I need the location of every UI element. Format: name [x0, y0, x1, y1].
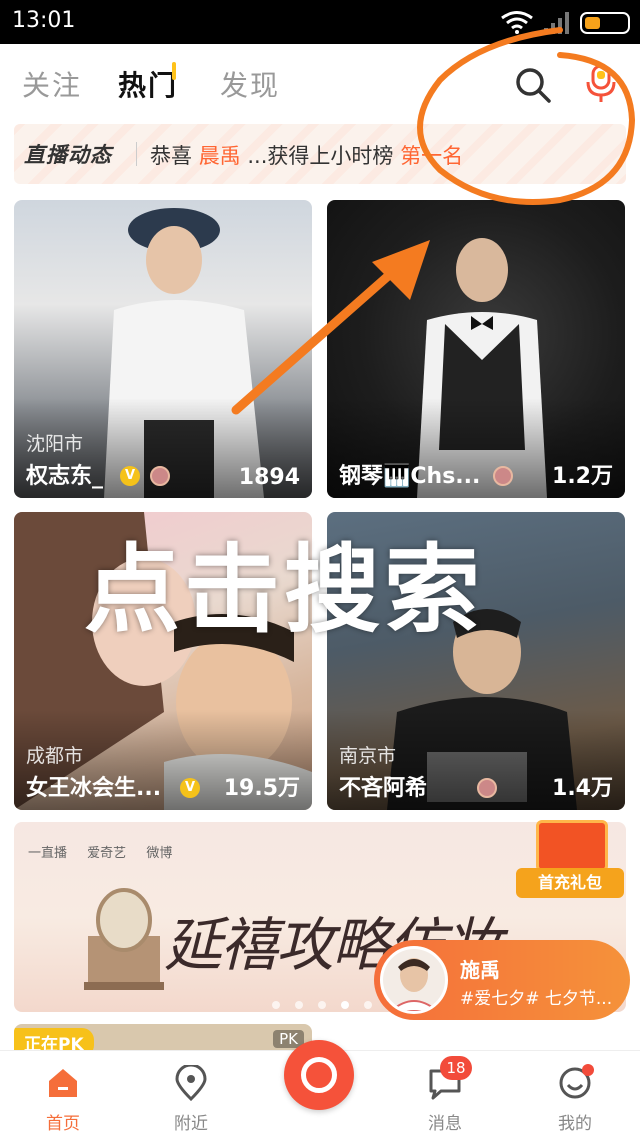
signal-icon: [544, 12, 569, 34]
floating-live-widget[interactable]: 施禹 #爱七夕# 七夕节...: [374, 940, 630, 1020]
carousel-dot[interactable]: [295, 1001, 304, 1009]
first-recharge-gift[interactable]: 首充礼包: [516, 810, 624, 902]
level-badge-icon: [493, 466, 513, 486]
ticker-middle: ...获得上小时榜: [247, 144, 394, 168]
carousel-dot[interactable]: [272, 1001, 280, 1009]
location-icon: [175, 1065, 207, 1101]
nav-label: 附近: [174, 1114, 208, 1134]
streamer-name: 不吝阿希: [339, 776, 428, 801]
overlay-caption: 点击搜索: [84, 534, 484, 646]
start-live-button[interactable]: [284, 1040, 354, 1110]
streamer-name: 钢琴🎹Chs...: [339, 464, 481, 489]
logo-yizhibo: 一直播: [28, 846, 68, 861]
carousel-dot[interactable]: [364, 1001, 373, 1009]
verified-badge-icon: V: [120, 466, 140, 486]
streamer-city: 沈阳市: [26, 433, 84, 455]
ticker-divider: [136, 142, 137, 166]
go-live-mic-icon[interactable]: [580, 62, 622, 104]
logo-iqiyi: 爱奇艺: [87, 846, 127, 861]
viewer-count: 1.4万: [552, 776, 613, 801]
notification-dot: [582, 1064, 594, 1076]
partner-logos: 一直播 爱奇艺 微博: [28, 842, 188, 861]
carousel-dot-active[interactable]: [341, 1001, 350, 1009]
gift-box-icon: [536, 820, 608, 872]
level-badge-icon: [477, 778, 497, 798]
status-bar: 13:01: [0, 0, 640, 44]
floating-streamer-name: 施禹: [460, 958, 500, 982]
ticker-brand: 直播动态: [24, 143, 112, 167]
nav-label: 首页: [46, 1114, 80, 1134]
avatar: [380, 946, 448, 1014]
nav-label: 我的: [558, 1114, 592, 1134]
floating-tags: #爱七夕# 七夕节...: [460, 989, 613, 1009]
logo-weibo: 微博: [146, 846, 173, 861]
app-screen: 13:01 关注 热门 发现 直播动态 恭喜 晨禹 ...获得上小时榜 第一名 …: [0, 0, 640, 1138]
gift-label: 首充礼包: [516, 868, 624, 898]
wifi-icon: [501, 11, 533, 34]
nav-label: 消息: [428, 1114, 462, 1134]
nav-nearby[interactable]: 附近: [146, 1061, 236, 1138]
tab-follow[interactable]: 关注: [22, 64, 82, 104]
message-count-badge: 18: [440, 1056, 472, 1080]
viewer-count: 1894: [238, 465, 300, 490]
streamer-name: 女王冰会生...: [26, 776, 162, 801]
viewer-count: 1.2万: [552, 464, 613, 489]
search-icon[interactable]: [512, 64, 554, 106]
viewer-count: 19.5万: [223, 776, 300, 801]
streamer-name: 权志东_: [26, 464, 104, 489]
tab-hot[interactable]: 热门: [118, 64, 178, 104]
music-box-illustration: [84, 888, 164, 990]
live-card[interactable]: 沈阳市 权志东_ V 1894: [14, 200, 312, 498]
top-nav: 关注 热门 发现: [0, 44, 640, 120]
live-news-ticker[interactable]: 直播动态 恭喜 晨禹 ...获得上小时榜 第一名: [14, 124, 626, 184]
carousel-dot[interactable]: [318, 1001, 327, 1009]
live-ring-icon: [301, 1057, 337, 1093]
ticker-highlight-name: 晨禹: [198, 144, 241, 168]
battery-icon: [580, 12, 630, 34]
ticker-prefix: 恭喜: [150, 144, 192, 168]
ticker-message: 恭喜 晨禹 ...获得上小时榜 第一名: [150, 140, 463, 170]
nav-me[interactable]: 我的: [530, 1061, 620, 1138]
status-time: 13:01: [12, 8, 76, 33]
ticker-rank: 第一名: [400, 144, 464, 168]
level-badge-icon: [150, 466, 170, 486]
nav-home[interactable]: 首页: [18, 1061, 108, 1138]
active-tab-indicator: [172, 62, 176, 80]
home-icon: [49, 1069, 77, 1097]
streamer-city: 成都市: [26, 745, 84, 767]
tab-discover[interactable]: 发现: [220, 64, 280, 104]
live-card[interactable]: 钢琴🎹Chs... 1.2万: [327, 200, 625, 498]
streamer-city: 南京市: [339, 745, 397, 767]
verified-badge-icon: V: [180, 778, 200, 798]
